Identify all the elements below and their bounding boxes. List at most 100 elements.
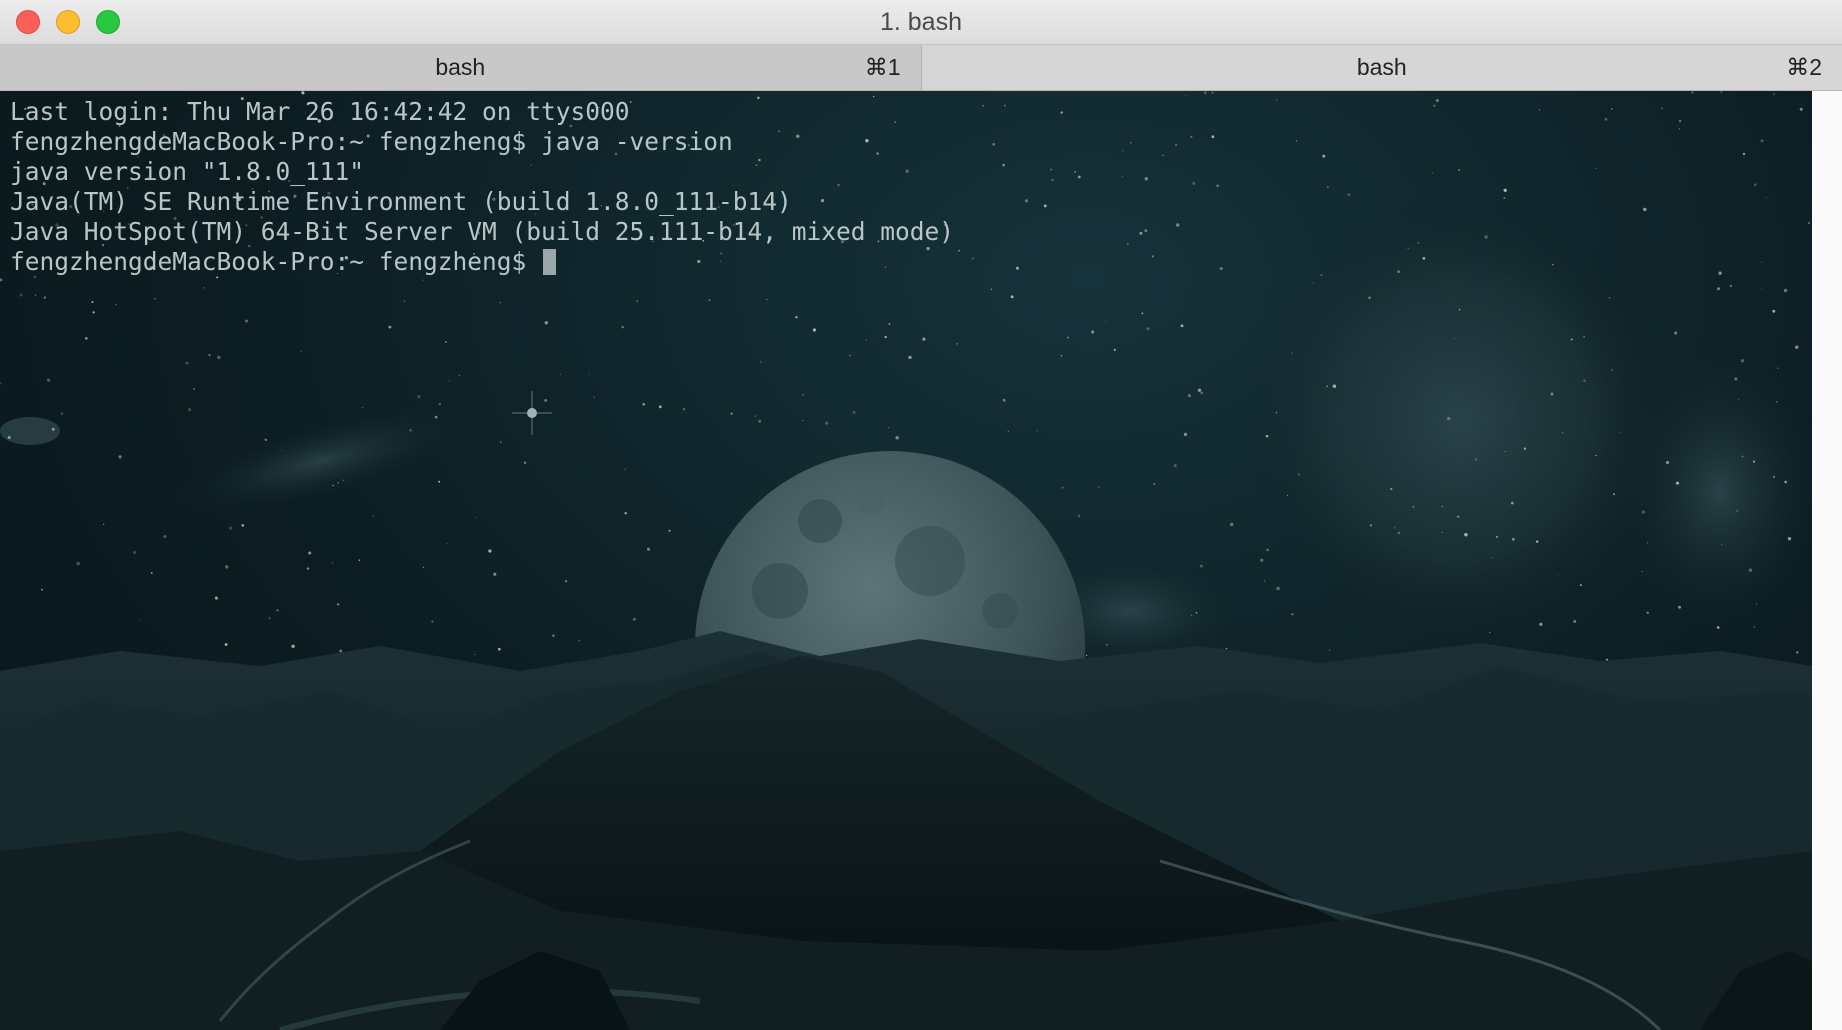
star — [264, 438, 267, 441]
star — [668, 529, 671, 532]
star — [1784, 480, 1787, 484]
star — [1151, 255, 1154, 258]
star — [268, 617, 271, 619]
star — [1676, 481, 1679, 485]
star — [1175, 223, 1180, 227]
star — [336, 603, 340, 606]
star — [730, 412, 733, 415]
star — [1510, 501, 1514, 505]
star — [1195, 612, 1198, 614]
tab-1[interactable]: bash ⌘1 — [0, 45, 922, 90]
star — [1060, 355, 1063, 357]
star — [1298, 473, 1300, 476]
tab-1-label: bash — [435, 54, 486, 80]
star — [458, 374, 461, 377]
star — [1775, 400, 1778, 403]
star — [1144, 229, 1148, 233]
star — [1327, 186, 1329, 188]
star — [1180, 324, 1184, 328]
star — [982, 105, 984, 107]
star — [228, 526, 233, 530]
star — [133, 551, 136, 554]
star — [1619, 431, 1621, 433]
tab-2[interactable]: bash ⌘2 — [921, 45, 1842, 90]
star — [1539, 622, 1543, 626]
star — [1765, 196, 1767, 199]
scrollbar[interactable] — [1812, 91, 1842, 1030]
star — [1003, 104, 1006, 107]
star — [1091, 330, 1095, 334]
star — [1799, 107, 1803, 111]
star — [624, 468, 626, 470]
star — [1453, 337, 1456, 339]
star — [1175, 143, 1178, 146]
tab-bar: bash ⌘1 bash ⌘2 — [0, 45, 1842, 91]
star — [1266, 548, 1269, 552]
star — [1312, 282, 1315, 284]
star — [185, 361, 189, 365]
star — [1787, 537, 1792, 541]
star — [1573, 619, 1577, 623]
star — [1720, 91, 1723, 94]
star — [1291, 352, 1293, 354]
star — [1036, 430, 1038, 432]
star — [1129, 141, 1132, 144]
star — [1794, 345, 1799, 350]
terminal-line: Java HotSpot(TM) 64-Bit Server VM (build… — [10, 217, 955, 246]
star — [1015, 266, 1019, 270]
star — [1002, 163, 1005, 167]
star — [1204, 91, 1207, 94]
star — [1061, 486, 1064, 489]
star — [1121, 175, 1124, 178]
star — [1678, 119, 1682, 123]
star — [957, 249, 961, 252]
star — [1772, 309, 1776, 313]
star — [1225, 647, 1228, 650]
star — [1077, 175, 1081, 179]
star — [1162, 154, 1164, 157]
star — [1761, 261, 1763, 263]
star — [417, 394, 421, 399]
star — [448, 380, 450, 382]
star — [500, 441, 502, 443]
star — [1320, 274, 1323, 277]
star — [358, 559, 361, 561]
star — [1230, 522, 1234, 527]
star — [812, 328, 816, 332]
star — [76, 561, 80, 566]
star — [1489, 632, 1491, 634]
star — [1772, 475, 1776, 478]
terminal-content[interactable]: Last login: Thu Mar 26 16:42:42 on ttys0… — [0, 91, 1812, 1030]
star — [187, 407, 192, 412]
star — [1393, 526, 1396, 529]
star — [1260, 558, 1264, 562]
star — [1583, 379, 1586, 382]
star — [922, 337, 926, 341]
star — [203, 287, 205, 289]
star — [1447, 416, 1451, 421]
star — [7, 436, 11, 439]
terminal-output[interactable]: Last login: Thu Mar 26 16:42:42 on ttys0… — [10, 97, 954, 277]
star — [990, 288, 992, 290]
star — [1368, 296, 1371, 300]
star — [1369, 524, 1372, 527]
star — [1106, 644, 1108, 646]
star — [280, 449, 283, 451]
star — [1024, 199, 1029, 203]
star — [766, 298, 768, 301]
star — [499, 301, 502, 304]
star — [849, 354, 852, 357]
star — [1665, 460, 1670, 465]
star — [1329, 649, 1331, 651]
star — [403, 300, 406, 302]
title-bar[interactable]: 1. bash — [0, 0, 1842, 45]
star — [1674, 331, 1678, 335]
star — [795, 316, 798, 319]
star — [1456, 515, 1460, 519]
star — [1550, 392, 1554, 396]
star — [1595, 454, 1597, 457]
star — [337, 482, 340, 484]
star — [1002, 398, 1006, 402]
star — [1643, 207, 1647, 212]
terminal-line: Last login: Thu Mar 26 16:42:42 on ttys0… — [10, 97, 630, 126]
